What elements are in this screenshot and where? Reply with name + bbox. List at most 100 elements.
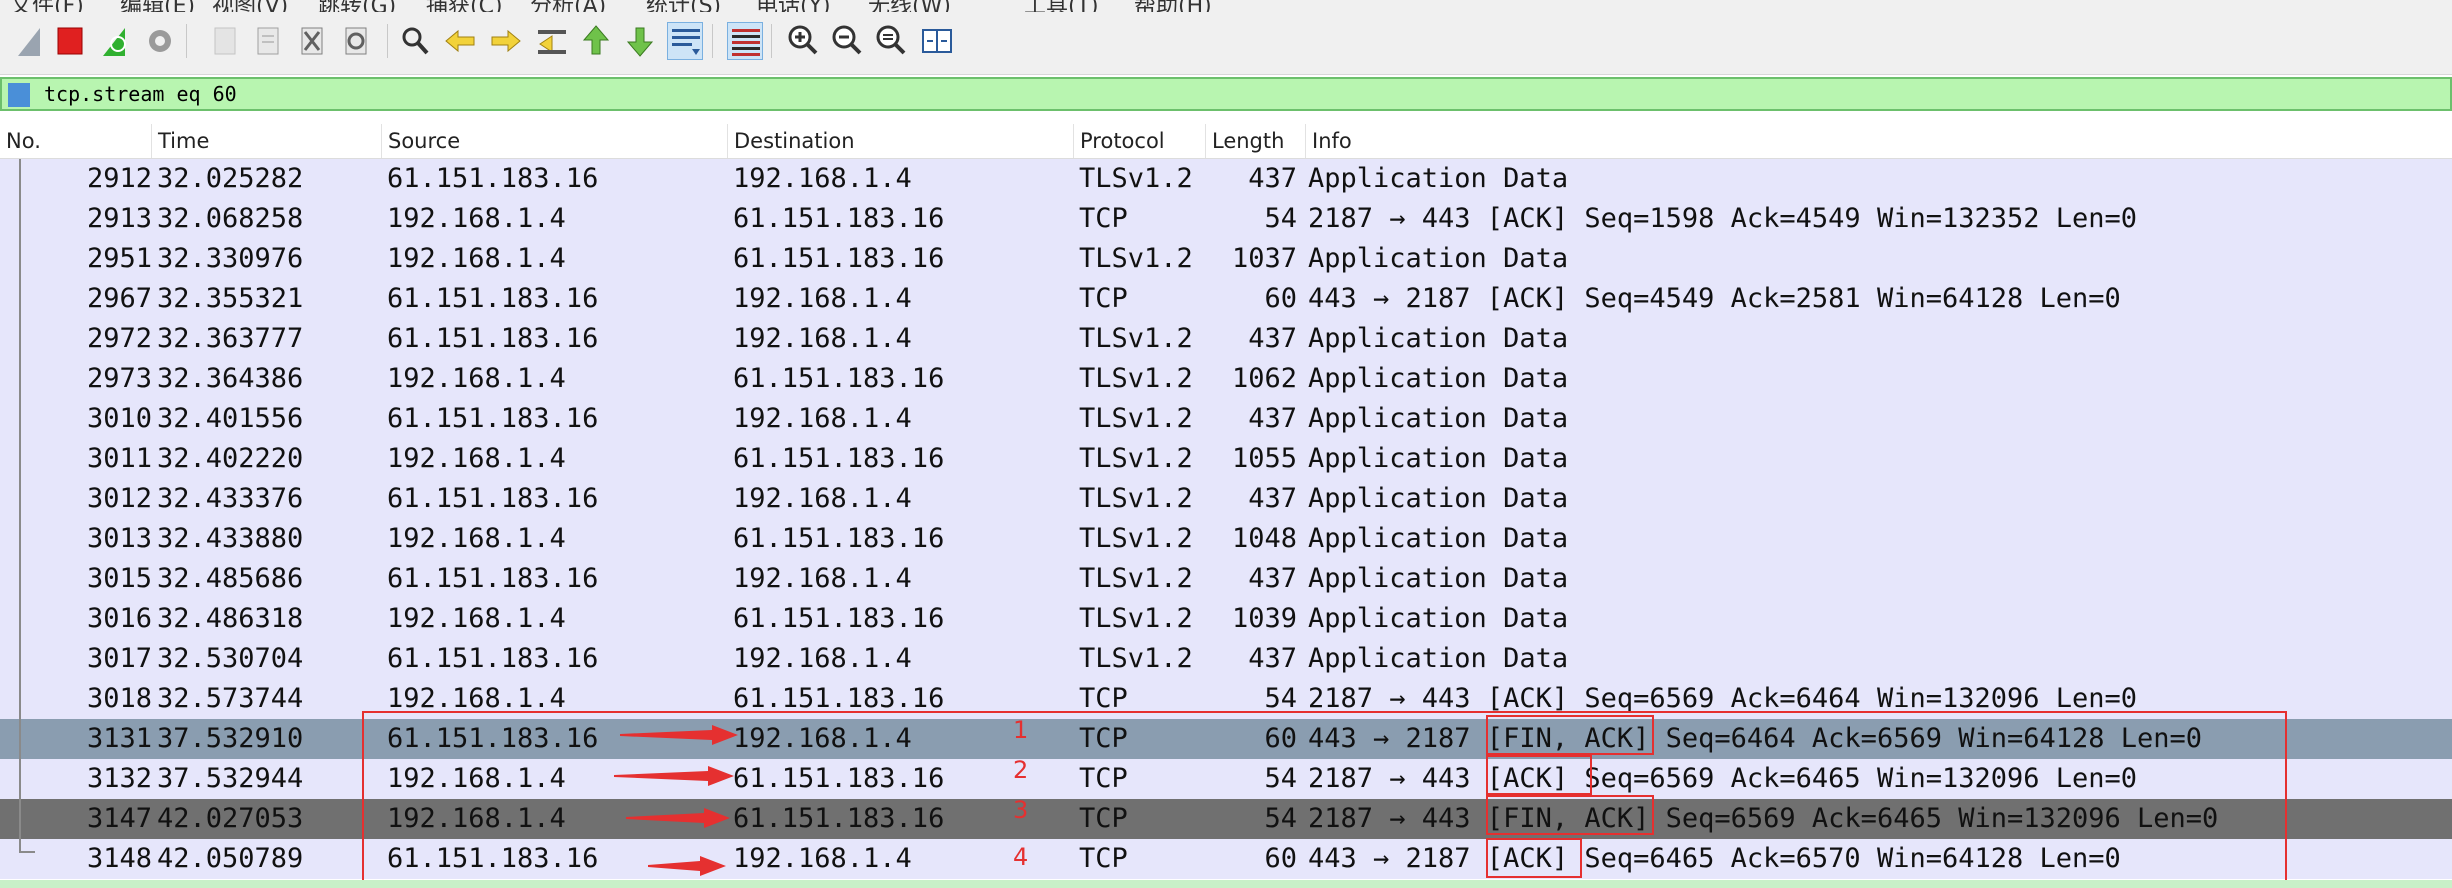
- zoom-in-icon[interactable]: [785, 22, 821, 60]
- packet-row[interactable]: 3011 32.402220 192.168.1.4 61.151.183.16 TLS…: [0, 439, 2452, 479]
- packet-time: 32.025282: [157, 163, 304, 194]
- column-header-info[interactable]: Info: [1306, 124, 2452, 158]
- packet-length: 437: [1248, 563, 1297, 594]
- packet-protocol: TLSv1.2: [1079, 483, 1193, 514]
- packet-destination: 192.168.1.4: [733, 163, 912, 194]
- packet-time: 32.530704: [157, 643, 304, 674]
- packet-time: 32.364386: [157, 363, 304, 394]
- packet-row[interactable]: 3012 32.433376 61.151.183.16 192.168.1.4 TLS…: [0, 479, 2452, 519]
- packet-source: 61.151.183.16: [387, 403, 599, 434]
- menu-item[interactable]: 分析(A): [530, 0, 606, 12]
- packet-info: 2187 → 443 [ACK] Seq=1598 Ack=4549 Win=1…: [1308, 203, 2138, 234]
- packet-protocol: TLSv1.2: [1079, 163, 1193, 194]
- shark-fin-start-icon[interactable]: [10, 22, 46, 60]
- packet-destination: 61.151.183.16: [733, 603, 945, 634]
- packet-row[interactable]: 3010 32.401556 61.151.183.16 192.168.1.4 TLS…: [0, 399, 2452, 439]
- autoscroll-icon[interactable]: [667, 22, 703, 60]
- status-strip: [0, 880, 2452, 888]
- packet-source: 61.151.183.16: [387, 643, 599, 674]
- bookmark-icon[interactable]: [8, 83, 30, 107]
- menu-item[interactable]: 电话(Y): [756, 0, 831, 12]
- packet-destination: 61.151.183.16: [733, 243, 945, 274]
- column-header-length[interactable]: Length: [1206, 124, 1306, 158]
- packet-number: 3131: [86, 723, 152, 754]
- display-filter-input[interactable]: [44, 79, 2344, 109]
- packet-protocol: TLSv1.2: [1079, 523, 1193, 554]
- reload-icon[interactable]: [338, 22, 374, 60]
- find-icon[interactable]: [397, 22, 433, 60]
- column-header-no[interactable]: No.: [0, 124, 152, 158]
- menu-item[interactable]: 无线(W): [868, 0, 951, 12]
- packet-row[interactable]: 3015 32.485686 61.151.183.16 192.168.1.4 TLS…: [0, 559, 2452, 599]
- menu-item[interactable]: 帮助(H): [1134, 0, 1212, 12]
- menu-item[interactable]: 工具(T): [1024, 0, 1099, 12]
- conversation-tree-end: [19, 851, 35, 853]
- packet-number: 2913: [86, 203, 152, 234]
- save-file-icon[interactable]: [250, 22, 286, 60]
- packet-number: 3010: [86, 403, 152, 434]
- packet-number: 3132: [86, 763, 152, 794]
- zoom-out-icon[interactable]: [829, 22, 865, 60]
- first-packet-icon[interactable]: [578, 22, 614, 60]
- packet-row[interactable]: 2967 32.355321 61.151.183.16 192.168.1.4 TCP…: [0, 279, 2452, 319]
- stop-icon[interactable]: [52, 22, 88, 60]
- colorize-icon[interactable]: [727, 22, 763, 60]
- packet-row[interactable]: 2912 32.025282 61.151.183.16 192.168.1.4 TLS…: [0, 159, 2452, 199]
- packet-source: 192.168.1.4: [387, 523, 566, 554]
- close-file-icon[interactable]: [294, 22, 330, 60]
- packet-protocol: TLSv1.2: [1079, 643, 1193, 674]
- red-arrow-icon: [620, 725, 738, 745]
- menu-item[interactable]: 文件(F): [10, 0, 84, 12]
- column-header-protocol[interactable]: Protocol: [1074, 124, 1206, 158]
- packet-time: 32.573744: [157, 683, 304, 714]
- zoom-normal-icon[interactable]: [873, 22, 909, 60]
- packet-info: Application Data: [1308, 243, 1569, 274]
- go-to-packet-icon[interactable]: [534, 22, 570, 60]
- packet-time: 32.355321: [157, 283, 304, 314]
- packet-protocol: TLSv1.2: [1079, 603, 1193, 634]
- packet-length: 437: [1248, 483, 1297, 514]
- packet-row[interactable]: 2913 32.068258 192.168.1.4 61.151.183.16 TCP…: [0, 199, 2452, 239]
- packet-protocol: TLSv1.2: [1079, 323, 1193, 354]
- column-header-source[interactable]: Source: [382, 124, 728, 158]
- packet-row[interactable]: 2972 32.363777 61.151.183.16 192.168.1.4 TLS…: [0, 319, 2452, 359]
- packet-time: 42.027053: [157, 803, 304, 834]
- menu-item[interactable]: 视图(V): [212, 0, 288, 12]
- packet-info: Application Data: [1308, 323, 1569, 354]
- toolbar-separator: [186, 24, 187, 58]
- menu-item[interactable]: 跳转(G): [318, 0, 396, 12]
- go-back-icon[interactable]: [442, 22, 478, 60]
- packet-length: 437: [1248, 163, 1297, 194]
- packet-row[interactable]: 3017 32.530704 61.151.183.16 192.168.1.4 TLS…: [0, 639, 2452, 679]
- packet-destination: 192.168.1.4: [733, 323, 912, 354]
- menu-item[interactable]: 编辑(E): [120, 0, 195, 12]
- packet-time: 32.330976: [157, 243, 304, 274]
- packet-row[interactable]: 2973 32.364386 192.168.1.4 61.151.183.16 TLS…: [0, 359, 2452, 399]
- column-header-destination[interactable]: Destination: [728, 124, 1074, 158]
- packet-destination: 61.151.183.16: [733, 203, 945, 234]
- packet-row[interactable]: 3016 32.486318 192.168.1.4 61.151.183.16 TLS…: [0, 599, 2452, 639]
- ack-highlight-box: [1486, 755, 1592, 795]
- resize-columns-icon[interactable]: [919, 22, 955, 60]
- restart-icon[interactable]: [97, 22, 133, 60]
- packet-info: Application Data: [1308, 403, 1569, 434]
- packet-source: 61.151.183.16: [387, 323, 599, 354]
- packet-number: 3148: [86, 843, 152, 874]
- options-gear-icon[interactable]: [142, 22, 178, 60]
- go-forward-icon[interactable]: [488, 22, 524, 60]
- packet-info: Application Data: [1308, 443, 1569, 474]
- packet-row[interactable]: 3013 32.433880 192.168.1.4 61.151.183.16 TLS…: [0, 519, 2452, 559]
- toolbar-separator: [387, 24, 388, 58]
- column-header-time[interactable]: Time: [152, 124, 382, 158]
- packet-row[interactable]: 2951 32.330976 192.168.1.4 61.151.183.16 TLS…: [0, 239, 2452, 279]
- open-file-icon[interactable]: [207, 22, 243, 60]
- menu-item[interactable]: 统计(S): [646, 0, 721, 12]
- menu-item[interactable]: 捕获(C): [426, 0, 503, 12]
- last-packet-icon[interactable]: [622, 22, 658, 60]
- red-arrow-icon: [648, 856, 726, 876]
- packet-number: 3147: [86, 803, 152, 834]
- packet-destination: 192.168.1.4: [733, 403, 912, 434]
- packet-source: 192.168.1.4: [387, 603, 566, 634]
- packet-info: Application Data: [1308, 643, 1569, 674]
- packet-protocol: TCP: [1079, 283, 1128, 314]
